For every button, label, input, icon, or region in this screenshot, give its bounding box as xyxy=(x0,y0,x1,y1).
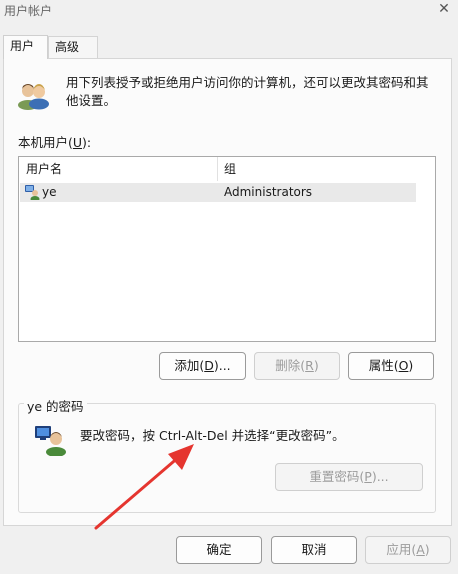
table-row[interactable] xyxy=(20,183,416,202)
ok-button[interactable]: 确定 xyxy=(176,536,262,564)
tab-advanced[interactable]: 高级 xyxy=(48,36,98,58)
remove-user-button[interactable]: 删除(R) xyxy=(254,352,340,380)
column-header-group[interactable]: 组 xyxy=(218,157,416,181)
user-icon xyxy=(25,185,40,200)
apply-button[interactable]: 应用(A) xyxy=(365,536,451,564)
description-text: 用下列表授予或拒绝用户访问你的计算机，还可以更改其密码和其他设置。 xyxy=(66,75,429,108)
add-user-button[interactable]: 添加(D)... xyxy=(159,352,246,380)
row-username: ye xyxy=(42,185,57,199)
cancel-button[interactable]: 取消 xyxy=(271,536,357,564)
annotation-arrow-icon xyxy=(94,444,194,530)
local-users-label: 本机用户(U): xyxy=(18,135,92,150)
tab-users[interactable]: 用户 xyxy=(3,35,48,59)
reset-password-button[interactable]: 重置密码(P)... xyxy=(275,463,423,491)
close-icon[interactable]: ✕ xyxy=(434,0,454,18)
list-scrollbar[interactable] xyxy=(416,157,435,341)
row-group: Administrators xyxy=(224,185,313,199)
users-icon xyxy=(18,84,49,110)
password-groupbox xyxy=(18,403,436,513)
user-password-icon xyxy=(35,426,66,456)
window-title: 用户帐户 xyxy=(4,4,53,18)
column-header-username[interactable]: 用户名 xyxy=(19,157,218,181)
properties-button[interactable]: 属性(O) xyxy=(348,352,434,380)
password-group-title: ye 的密码 xyxy=(24,396,87,415)
